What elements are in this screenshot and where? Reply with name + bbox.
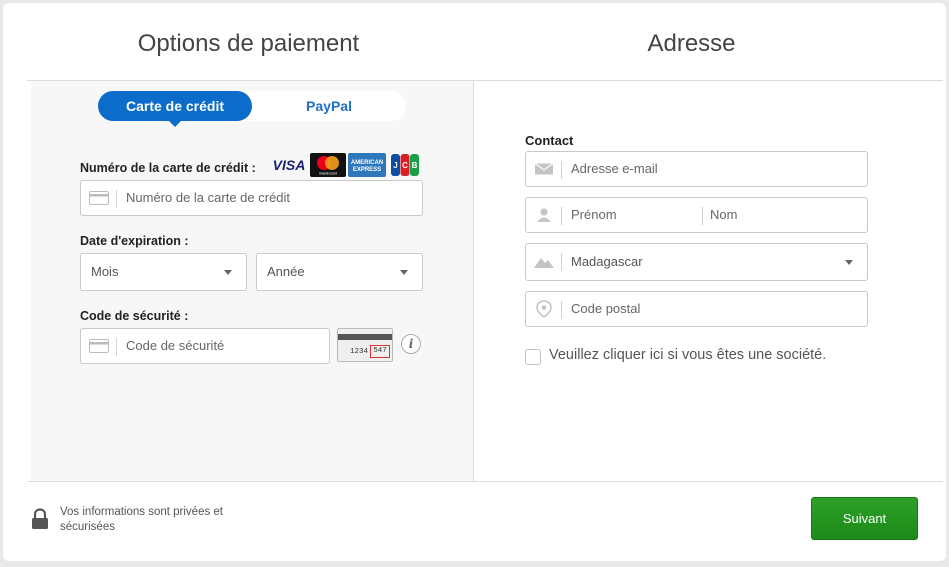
security-code-input[interactable] — [126, 329, 326, 363]
company-checkbox-label[interactable]: Veuillez cliquer ici si vous êtes une so… — [549, 347, 826, 363]
expiry-month-value: Mois — [91, 264, 119, 279]
tab-credit-card[interactable]: Carte de crédit — [98, 91, 252, 121]
first-name-input[interactable] — [571, 198, 696, 232]
credit-card-icon — [89, 191, 109, 205]
field-separator — [116, 338, 117, 356]
person-icon — [537, 208, 551, 222]
last-name-input[interactable] — [710, 198, 860, 232]
field-separator — [561, 207, 562, 225]
field-separator — [702, 207, 703, 225]
svg-text:J: J — [393, 161, 397, 170]
expiry-label: Date d'expiration : — [80, 234, 189, 248]
lock-icon — [32, 508, 48, 529]
contact-label: Contact — [525, 133, 574, 148]
footer-divider — [27, 481, 943, 482]
payment-method-tabs: Carte de crédit PayPal — [98, 91, 406, 127]
address-panel: Contact Madagascar Veui — [473, 81, 917, 481]
email-input[interactable] — [571, 152, 861, 186]
cvv-example-digits: 1234 — [350, 348, 369, 356]
security-code-label: Code de sécurité : — [80, 309, 189, 323]
chevron-down-icon — [224, 270, 232, 275]
country-value: Madagascar — [571, 254, 643, 269]
card-number-field[interactable] — [80, 180, 423, 216]
cvv-example-card-icon: 1234 547 — [337, 328, 393, 362]
svg-text:AMERICAN: AMERICAN — [351, 160, 383, 166]
country-select[interactable]: Madagascar — [525, 243, 868, 281]
location-pin-icon — [536, 300, 552, 318]
payment-panel: Carte de crédit PayPal Numéro de la cart… — [31, 81, 473, 481]
tab-paypal[interactable]: PayPal — [252, 91, 406, 121]
chevron-down-icon — [845, 260, 853, 265]
svg-text:C: C — [402, 161, 408, 170]
card-number-input[interactable] — [126, 181, 416, 215]
email-field[interactable] — [525, 151, 868, 187]
info-icon[interactable]: i — [401, 334, 421, 354]
cvv-example-code: 547 — [370, 345, 390, 358]
svg-text:VISA: VISA — [273, 157, 306, 173]
postal-code-field[interactable] — [525, 291, 868, 327]
field-separator — [561, 253, 562, 271]
postal-code-input[interactable] — [571, 292, 861, 326]
chevron-down-icon — [400, 270, 408, 275]
expiry-month-select[interactable]: Mois — [80, 253, 247, 291]
active-tab-indicator — [169, 121, 181, 127]
jcb-logo-icon: J C B — [391, 154, 419, 176]
company-checkbox[interactable] — [525, 349, 541, 365]
field-separator — [116, 190, 117, 208]
field-separator — [561, 161, 562, 179]
address-title: Adresse — [647, 30, 736, 57]
credit-card-icon — [89, 339, 109, 353]
envelope-icon — [534, 163, 554, 175]
svg-text:mastercard: mastercard — [319, 172, 337, 176]
privacy-notice: Vos informations sont privées et sécuris… — [60, 506, 223, 533]
svg-text:B: B — [412, 161, 418, 170]
expiry-year-value: Année — [267, 264, 305, 279]
security-code-field[interactable] — [80, 328, 330, 364]
field-separator — [561, 301, 562, 319]
mountain-icon — [534, 258, 554, 268]
name-field[interactable] — [525, 197, 868, 233]
card-number-label: Numéro de la carte de crédit : — [80, 161, 256, 175]
payment-options-title: Options de paiement — [137, 30, 360, 57]
expiry-year-select[interactable]: Année — [256, 253, 423, 291]
visa-logo-icon: VISA — [273, 157, 306, 173]
amex-logo-icon: AMERICAN EXPRESS — [348, 153, 386, 177]
svg-text:EXPRESS: EXPRESS — [353, 167, 381, 173]
section-headers: Options de paiement Adresse — [27, 26, 943, 81]
card-magstripe — [338, 334, 392, 340]
next-button[interactable]: Suivant — [811, 497, 918, 540]
mastercard-logo-icon: mastercard — [310, 153, 346, 177]
